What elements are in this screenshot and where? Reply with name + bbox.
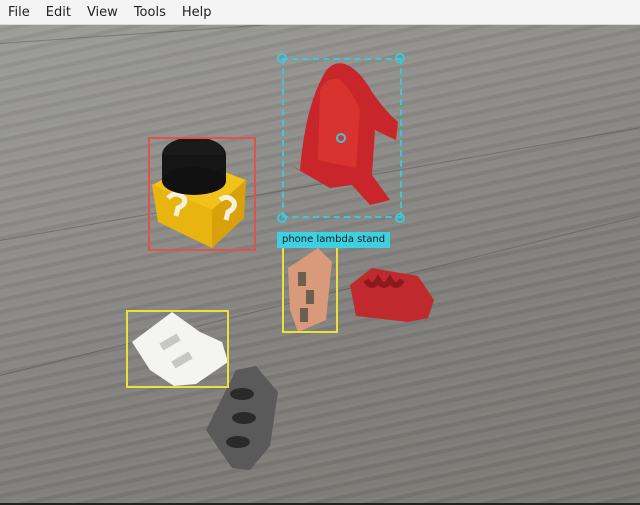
menu-tools[interactable]: Tools bbox=[126, 0, 174, 25]
bbox-question-block[interactable] bbox=[148, 137, 256, 251]
menu-file[interactable]: File bbox=[0, 0, 38, 25]
resize-handle-top-right[interactable] bbox=[395, 53, 405, 63]
bbox-orange-cable-clip[interactable] bbox=[282, 243, 338, 333]
red-cable-clip bbox=[350, 268, 434, 322]
menu-view[interactable]: View bbox=[79, 0, 126, 25]
image-canvas[interactable]: phone lambda stand bbox=[0, 25, 640, 503]
menu-edit[interactable]: Edit bbox=[38, 0, 79, 25]
move-handle-center[interactable] bbox=[336, 133, 346, 143]
resize-handle-top-left[interactable] bbox=[277, 53, 287, 63]
annotation-label: phone lambda stand bbox=[277, 232, 391, 248]
menu-bar: File Edit View Tools Help bbox=[0, 0, 640, 25]
resize-handle-bottom-left[interactable] bbox=[277, 213, 287, 223]
resize-handle-bottom-right[interactable] bbox=[395, 213, 405, 223]
menu-help[interactable]: Help bbox=[174, 0, 220, 25]
bbox-white-l-clip[interactable] bbox=[126, 310, 229, 388]
